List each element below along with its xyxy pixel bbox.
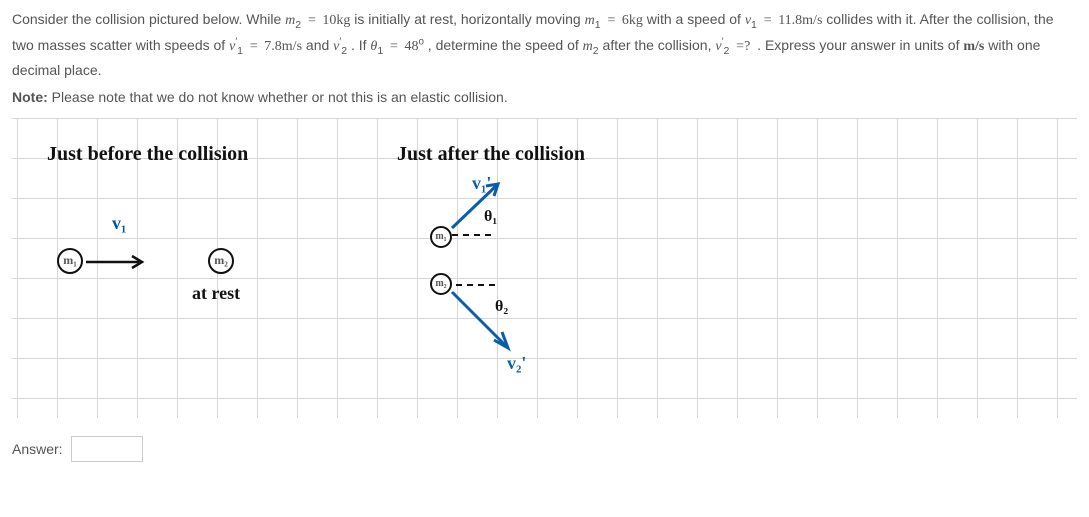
theta2-label: θ₂ [495,298,508,316]
answer-row: Answer: [12,436,1077,462]
intro-text: Consider the collision pictured below. W… [12,11,285,27]
eq2: = [607,13,618,28]
unit-m2: kg [336,13,350,28]
mid5: . If [351,37,370,53]
sub-v1: 1 [751,19,757,31]
note-text: Please note that we do not know whether … [52,89,508,105]
unit-m1: kg [629,13,643,28]
eq4: = [250,39,261,54]
val-v1p: 7.8 [264,39,282,54]
mass2-after-label: m₂ [435,278,446,289]
problem-statement: Consider the collision pictured below. W… [12,8,1077,82]
theta1-label: θ₁ [484,208,497,226]
after-title: Just after the collision [397,143,585,166]
sub-v2p: 2 [341,44,347,56]
sub-m1: 1 [595,19,601,31]
var-m2: m [285,13,295,28]
theta2-dash-icon [454,280,504,290]
mass2-before-label: m₂ [214,253,228,268]
mid1: is initially at rest, horizontally movin… [354,11,584,27]
var-m2b: m [583,39,593,54]
note-line: Note: Please note that we do not know wh… [12,86,1077,108]
mass1-after-icon: m₁ [430,226,452,248]
eq3: = [764,13,775,28]
mass2-before-icon: m₂ [208,248,234,274]
mid7: after the collision, [603,37,716,53]
val-m1: 6 [622,13,629,28]
ans-unit: m/s [963,39,984,54]
mass1-after-label: m₁ [435,231,446,242]
sub-v1p: 1 [237,44,243,56]
mass2-after-icon: m₂ [430,273,452,295]
theta1-dash-icon [450,230,500,240]
mid4: and [306,37,333,53]
val-m2: 10 [322,13,336,28]
mass1-before-label: m₁ [63,253,77,268]
val-th1: 48 [404,39,418,54]
unit-v1p: m/s [282,39,302,54]
sub-th1: 1 [377,44,383,56]
v2p-label: v₂' [507,353,526,374]
mid2: with a speed of [647,11,745,27]
at-rest-label: at rest [192,283,240,304]
q: =? [736,39,750,54]
sub-v2pb: 2 [723,44,729,56]
val-v1: 11.8 [778,13,802,28]
var-m1: m [585,13,595,28]
v1p-label: v₁' [472,173,491,194]
answer-input[interactable] [71,436,143,462]
mid8: . Express your answer in units of [757,37,963,53]
deg: o [418,36,423,47]
note-label: Note: [12,89,48,105]
answer-label: Answer: [12,441,63,457]
v1-label: v₁ [112,213,126,234]
mid6: , determine the speed of [428,37,583,53]
v1-arrow-icon [84,254,152,270]
unit-v1: m/s [802,13,822,28]
collision-diagram: Just before the collision Just after the… [12,118,1077,418]
eq1: = [308,13,319,28]
sub-m2b: 2 [593,44,599,56]
mass1-before-icon: m₁ [57,248,83,274]
eq5: = [390,39,401,54]
before-title: Just before the collision [47,143,248,166]
sub-m2: 2 [295,19,301,31]
